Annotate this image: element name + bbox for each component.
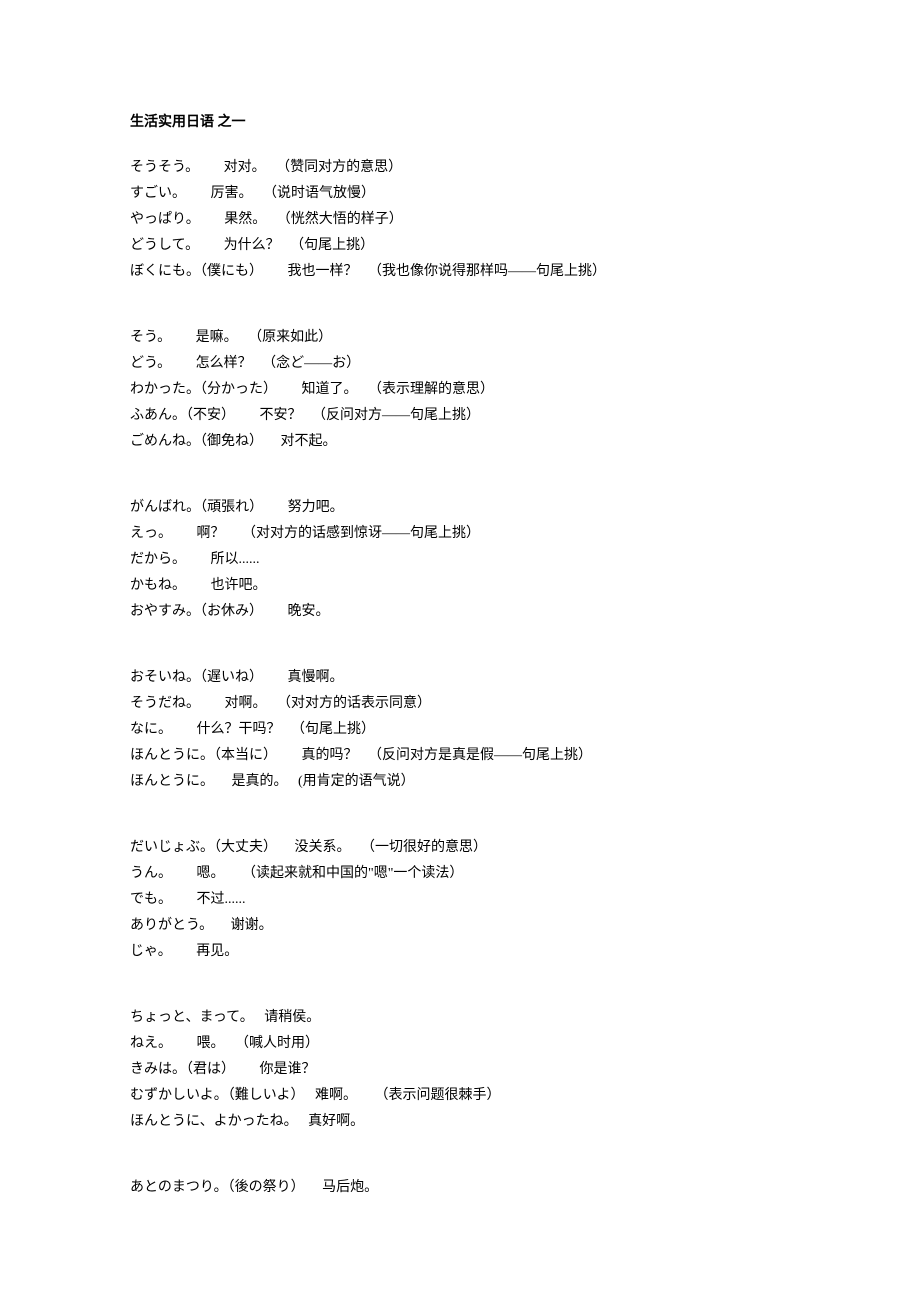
- phrase-entry: ぼくにも。（僕にも） 我也一样？ （我也像你说得那样吗——句尾上挑）: [130, 261, 790, 282]
- phrase-entry: うん。 嗯。 （读起来就和中国的"嗯"一个读法）: [130, 863, 790, 884]
- phrase-entry: だいじょぶ。（大丈夫） 没关系。 （一切很好的意思）: [130, 837, 790, 858]
- phrase-group: だいじょぶ。（大丈夫） 没关系。 （一切很好的意思） うん。 嗯。 （读起来就和…: [130, 837, 790, 962]
- phrase-group: ちょっと、まって。 请稍侯。 ねえ。 喂。 （喊人时用） きみは。（君は） 你是…: [130, 1007, 790, 1132]
- phrase-entry: でも。 不过......: [130, 889, 790, 910]
- phrase-entry: そうそう。 对对。 （赞同对方的意思）: [130, 157, 790, 178]
- phrase-group: そうそう。 对对。 （赞同对方的意思） すごい。 厉害。 （说时语气放慢） やっ…: [130, 157, 790, 282]
- phrase-entry: ほんとうに、よかったね。 真好啊。: [130, 1111, 790, 1132]
- phrase-entry: ありがとう。 谢谢。: [130, 915, 790, 936]
- phrase-entry: ごめんね。（御免ね） 对不起。: [130, 431, 790, 452]
- phrase-entry: かもね。 也许吧。: [130, 575, 790, 596]
- phrase-group: そう。 是嘛。 （原来如此） どう。 怎么样？ （念ど——お） わかった。（分か…: [130, 327, 790, 452]
- phrase-entry: ちょっと、まって。 请稍侯。: [130, 1007, 790, 1028]
- phrase-entry: どう。 怎么样？ （念ど——お）: [130, 353, 790, 374]
- phrase-entry: ほんとうに。 是真的。 (用肯定的语气说）: [130, 771, 790, 792]
- phrase-entry: あとのまつり。（後の祭り） 马后炮。: [130, 1177, 790, 1198]
- phrase-entry: そうだね。 对啊。 （对对方的话表示同意）: [130, 693, 790, 714]
- phrase-entry: じゃ。 再见。: [130, 941, 790, 962]
- phrase-entry: やっぱり。 果然。 （恍然大悟的样子）: [130, 209, 790, 230]
- phrase-entry: すごい。 厉害。 （说时语气放慢）: [130, 183, 790, 204]
- phrase-entry: おそいね。（遅いね） 真慢啊。: [130, 667, 790, 688]
- phrase-entry: なに。 什么？干吗？ （句尾上挑）: [130, 719, 790, 740]
- phrase-group: がんばれ。（頑張れ） 努力吧。 えっ。 啊？ （对对方的话感到惊讶——句尾上挑）…: [130, 497, 790, 622]
- phrase-entry: そう。 是嘛。 （原来如此）: [130, 327, 790, 348]
- phrase-entry: えっ。 啊？ （对对方的话感到惊讶——句尾上挑）: [130, 523, 790, 544]
- phrase-entry: ほんとうに。（本当に） 真的吗？ （反问对方是真是假——句尾上挑）: [130, 745, 790, 766]
- phrase-entry: がんばれ。（頑張れ） 努力吧。: [130, 497, 790, 518]
- phrase-group: あとのまつり。（後の祭り） 马后炮。: [130, 1177, 790, 1198]
- phrase-entry: ねえ。 喂。 （喊人时用）: [130, 1033, 790, 1054]
- phrase-group: おそいね。（遅いね） 真慢啊。 そうだね。 对啊。 （对对方的话表示同意） なに…: [130, 667, 790, 792]
- phrase-entry: わかった。（分かった） 知道了。 （表示理解的意思）: [130, 379, 790, 400]
- phrase-entry: ふあん。（不安） 不安？ （反问对方——句尾上挑）: [130, 405, 790, 426]
- phrase-entry: むずかしいよ。（難しいよ） 难啊。 （表示问题很棘手）: [130, 1085, 790, 1106]
- phrase-entry: おやすみ。（お休み） 晚安。: [130, 601, 790, 622]
- phrase-entry: きみは。（君は） 你是谁？: [130, 1059, 790, 1080]
- phrase-entry: だから。 所以......: [130, 549, 790, 570]
- document-title: 生活实用日语 之一: [130, 112, 790, 133]
- phrase-entry: どうして。 为什么？ （句尾上挑）: [130, 235, 790, 256]
